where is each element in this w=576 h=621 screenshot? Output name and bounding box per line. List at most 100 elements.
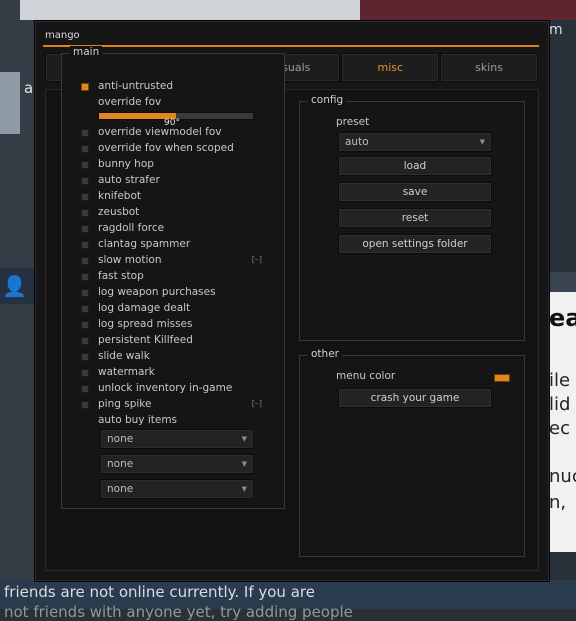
main-option-row[interactable]: watermark [62,364,284,380]
option-checkbox[interactable] [81,145,89,153]
option-label: slow motion [98,254,162,266]
main-option-row[interactable]: log weapon purchases [62,284,284,300]
option-label: ping spike [98,398,152,410]
open-settings-folder-button[interactable]: open settings folder [338,234,492,254]
option-label: bunny hop [98,158,154,170]
friends-message-2: not friends with anyone yet, try adding … [4,603,353,621]
main-option-row[interactable]: auto strafer [62,172,284,188]
option-checkbox[interactable] [81,385,89,393]
game-right-text: eat [549,304,576,332]
option-checkbox[interactable] [81,305,89,313]
friends-message: friends are not online currently. If you… [4,583,315,601]
game-right-text: ile [549,370,571,391]
option-checkbox[interactable] [81,177,89,185]
menu-color-picker[interactable] [494,374,510,382]
override-fov-label: override fov [98,96,162,108]
option-label: watermark [98,366,155,378]
main-option-row[interactable]: clantag spammer [62,236,284,252]
option-checkbox[interactable] [81,129,89,137]
option-checkbox[interactable] [81,209,89,217]
option-checkbox[interactable] [81,273,89,281]
game-background-right-mid [548,272,576,292]
crash-your-game-button[interactable]: crash your game [338,388,492,408]
option-label: zeusbot [98,206,140,218]
main-option-row[interactable]: override fov when scoped [62,140,284,156]
option-checkbox[interactable] [81,337,89,345]
main-option-row[interactable]: override viewmodel fov [62,124,284,140]
override-fov-slider[interactable]: 90° [98,112,254,128]
main-option-row[interactable]: slow motion [–] [62,252,284,268]
dropdown-value: none [107,483,134,495]
dropdown-value: none [107,433,134,445]
option-checkbox[interactable] [81,369,89,377]
option-label: ragdoll force [98,222,165,234]
game-right-text: ec [549,418,570,439]
option-checkbox[interactable] [81,241,89,249]
auto-buy-row: auto buy items [62,412,284,428]
main-option-row[interactable]: ragdoll force [62,220,284,236]
main-option-row[interactable]: fast stop [62,268,284,284]
game-right-text: nuc [549,466,576,487]
option-label: fast stop [98,270,144,282]
option-label: unlock inventory in-game [98,382,233,394]
preset-value: auto [345,136,369,148]
reset-button[interactable]: reset [338,208,492,228]
option-checkbox[interactable] [81,321,89,329]
option-label: log weapon purchases [98,286,216,298]
tab-misc[interactable]: misc [341,53,440,82]
game-right-text: lid [549,394,571,415]
main-option-row[interactable]: slide walk [62,348,284,364]
main-option-row[interactable]: log spread misses [62,316,284,332]
option-label: override fov when scoped [98,142,234,154]
window-title: mango [45,30,80,41]
auto-buy-label: auto buy items [98,414,178,426]
keybind-indicator[interactable]: [–] [252,397,262,411]
preset-label: preset [336,116,370,128]
option-checkbox[interactable] [81,401,89,409]
game-background-right-top [360,0,576,20]
auto-buy-dropdown-1[interactable]: none ▼ [100,429,254,449]
option-checkbox[interactable] [81,353,89,361]
preset-dropdown[interactable]: auto ▼ [338,132,492,152]
game-background-top [20,0,360,20]
option-label: knifebot [98,190,142,202]
option-checkbox[interactable] [81,193,89,201]
main-option-row[interactable]: persistent Killfeed [62,332,284,348]
dropdown-value: none [107,458,134,470]
option-label: slide walk [98,350,150,362]
game-right-top-text: m [549,22,563,38]
chevron-down-icon: ▼ [241,435,247,443]
main-option-row[interactable]: unlock inventory in-game [62,380,284,396]
anti-untrusted-label: anti-untrusted [98,80,174,92]
main-option-row[interactable]: ping spike [–] [62,396,284,412]
menu-window[interactable]: mango aimbot antiaim visuals misc skins … [34,20,550,582]
title-accent-line [43,45,539,47]
option-label: auto strafer [98,174,160,186]
option-label: clantag spammer [98,238,191,250]
main-option-row[interactable]: bunny hop [62,156,284,172]
anti-untrusted-row[interactable]: anti-untrusted [62,78,284,94]
other-group: other menu color crash your game [299,348,525,557]
override-fov-row: override fov [62,94,284,110]
option-checkbox[interactable] [81,161,89,169]
chevron-down-icon: ▼ [241,460,247,468]
main-option-row[interactable]: log damage dealt [62,300,284,316]
config-group-title: config [308,94,347,106]
game-right-text: n, [549,492,567,513]
save-button[interactable]: save [338,182,492,202]
option-checkbox[interactable] [81,225,89,233]
main-option-row[interactable]: zeusbot [62,204,284,220]
auto-buy-dropdown-2[interactable]: none ▼ [100,454,254,474]
anti-untrusted-checkbox[interactable] [81,83,89,91]
chevron-down-icon: ▼ [241,485,247,493]
option-checkbox[interactable] [81,257,89,265]
main-option-row[interactable]: knifebot [62,188,284,204]
load-button[interactable]: load [338,156,492,176]
main-group-title: main [70,46,103,58]
keybind-indicator[interactable]: [–] [252,253,262,267]
user-icon: 👤 [2,274,27,298]
option-label: persistent Killfeed [98,334,193,346]
tab-skins[interactable]: skins [440,53,538,82]
auto-buy-dropdown-3[interactable]: none ▼ [100,479,254,499]
option-checkbox[interactable] [81,289,89,297]
